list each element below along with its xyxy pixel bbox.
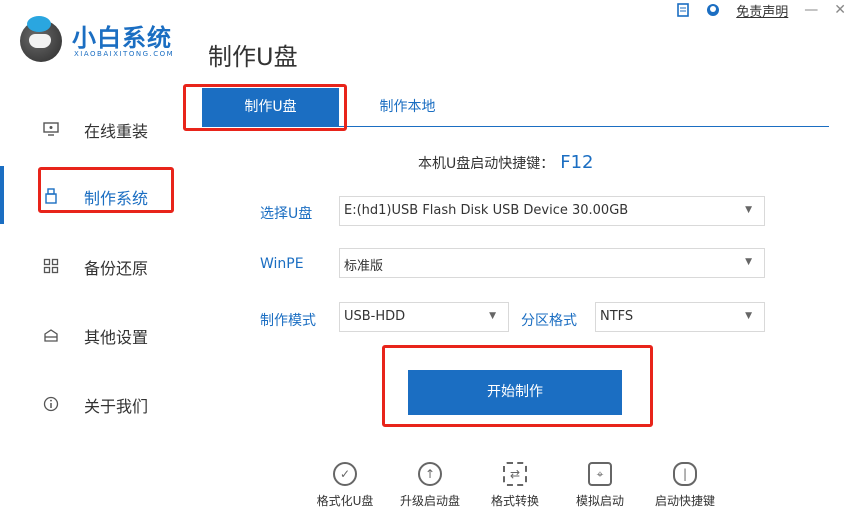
- tool-label: 启动快捷键: [654, 494, 715, 508]
- sidebar-item-label: 其他设置: [84, 328, 149, 347]
- usb-select-value: E:(hd1)USB Flash Disk USB Device 30.00GB: [344, 203, 629, 218]
- partition-label: 分区格式: [521, 313, 577, 329]
- winpe-select[interactable]: 标准版 ▼: [339, 248, 765, 278]
- winpe-label: WinPE: [260, 256, 304, 272]
- hotkey-value: F12: [560, 152, 594, 173]
- tool-label: 升级启动盘: [399, 494, 460, 508]
- mouse-icon: |: [673, 462, 697, 486]
- mode-select[interactable]: USB-HDD ▼: [339, 302, 509, 332]
- info-icon: [42, 396, 60, 414]
- brand-name: 小白系统: [72, 24, 172, 52]
- grid-icon: [42, 258, 60, 276]
- chevron-down-icon: ▼: [489, 311, 496, 321]
- winpe-select-value: 标准版: [344, 259, 384, 274]
- sidebar-item-label: 在线重装: [84, 122, 149, 141]
- chevron-down-icon: ▼: [745, 257, 752, 267]
- chevron-down-icon: ▼: [745, 311, 752, 321]
- sidebar-item-other-settings[interactable]: 其他设置: [0, 316, 220, 356]
- chevron-down-icon: ▼: [745, 205, 752, 215]
- support-icon[interactable]: [706, 3, 720, 17]
- highlight-box-sidebar: [38, 167, 174, 213]
- tool-simulate-boot[interactable]: ⌖ 模拟启动: [555, 462, 645, 509]
- tab-make-local[interactable]: 制作本地: [350, 88, 465, 126]
- monitor-icon: [42, 121, 60, 139]
- check-circle-icon: ✓: [333, 462, 357, 486]
- tool-format-usb[interactable]: ✓ 格式化U盘: [300, 462, 390, 509]
- brand-subtitle: XIAOBAIXITONG.COM: [74, 50, 175, 58]
- sidebar-item-label: 备份还原: [84, 259, 149, 278]
- partition-select[interactable]: NTFS ▼: [595, 302, 765, 332]
- partition-select-value: NTFS: [600, 309, 634, 324]
- usb-select-label: 选择U盘: [260, 206, 313, 222]
- tool-boot-hotkey[interactable]: | 启动快捷键: [640, 462, 730, 509]
- feedback-icon[interactable]: [676, 3, 690, 17]
- arrow-up-circle-icon: ↑: [418, 462, 442, 486]
- sidebar-item-backup-restore[interactable]: 备份还原: [0, 247, 220, 287]
- page-title: 制作U盘: [208, 43, 298, 71]
- hotkey-label: 本机U盘启动快捷键：: [418, 156, 555, 172]
- mode-select-value: USB-HDD: [344, 309, 406, 324]
- sidebar-item-label: 关于我们: [84, 397, 149, 416]
- joystick-icon: ⌖: [588, 462, 612, 486]
- mode-label: 制作模式: [260, 313, 316, 329]
- window-toolbar: 免责声明 — ✕: [676, 0, 846, 20]
- sidebar: 在线重装 制作系统 备份还原 其他设置 关于我们: [0, 95, 220, 503]
- close-button[interactable]: ✕: [834, 2, 846, 18]
- usb-select[interactable]: E:(hd1)USB Flash Disk USB Device 30.00GB…: [339, 196, 765, 226]
- tool-label: 模拟启动: [575, 494, 624, 508]
- tool-label: 格式化U盘: [316, 494, 374, 508]
- highlight-box-tab: [183, 84, 347, 131]
- disclaimer-link[interactable]: 免责声明: [736, 1, 788, 20]
- minimize-button[interactable]: —: [804, 2, 818, 18]
- sidebar-item-about-us[interactable]: 关于我们: [0, 385, 220, 425]
- highlight-box-start: [382, 345, 653, 427]
- convert-icon: ⇄: [503, 462, 527, 486]
- logo-bubble-icon: [27, 16, 51, 32]
- tool-upgrade-boot-disk[interactable]: ↑ 升级启动盘: [385, 462, 475, 509]
- box-icon: [42, 327, 60, 345]
- tool-label: 格式转换: [490, 494, 539, 508]
- hotkey-hint: 本机U盘启动快捷键： F12: [418, 152, 594, 173]
- tool-format-convert[interactable]: ⇄ 格式转换: [470, 462, 560, 509]
